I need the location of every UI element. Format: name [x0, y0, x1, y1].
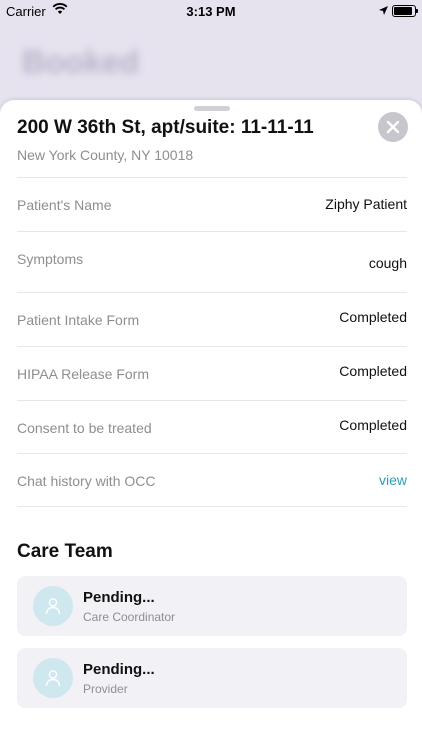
- status-bar: Carrier 3:13 PM: [0, 0, 422, 22]
- person-icon: [45, 598, 61, 615]
- row-value: Completed: [339, 363, 407, 379]
- detail-row-chat-history: Chat history with OCC view: [17, 453, 407, 507]
- care-team-member-card[interactable]: Pending... Care Coordinator: [17, 576, 407, 636]
- member-name: Pending...: [83, 661, 155, 678]
- booking-detail-sheet: 200 W 36th St, apt/suite: 11-11-11 New Y…: [0, 100, 422, 750]
- close-icon: [386, 120, 400, 134]
- detail-row-symptoms: Symptoms cough: [17, 231, 407, 292]
- member-name: Pending...: [83, 589, 155, 606]
- person-icon: [45, 670, 61, 687]
- detail-row-patient-name: Patient's Name Ziphy Patient: [17, 177, 407, 231]
- row-label: Patient Intake Form: [17, 312, 140, 328]
- location-arrow-icon: [378, 4, 389, 19]
- detail-row-hipaa-form: HIPAA Release Form Completed: [17, 346, 407, 400]
- address-line1: 200 W 36th St, apt/suite: 11-11-11: [17, 117, 314, 138]
- row-label: Consent to be treated: [17, 420, 152, 436]
- row-label: Chat history with OCC: [17, 473, 156, 489]
- care-team-member-card[interactable]: Pending... Provider: [17, 648, 407, 708]
- detail-row-consent: Consent to be treated Completed: [17, 400, 407, 453]
- detail-row-intake-form: Patient Intake Form Completed: [17, 292, 407, 346]
- address-line2: New York County, NY 10018: [17, 147, 194, 163]
- detail-rows: Patient's Name Ziphy Patient Symptoms co…: [17, 177, 407, 507]
- status-time: 3:13 PM: [186, 4, 236, 19]
- row-value: Completed: [339, 417, 407, 433]
- row-value: Ziphy Patient: [325, 196, 407, 212]
- close-button[interactable]: [378, 112, 408, 142]
- chat-history-view-link[interactable]: view: [379, 472, 407, 488]
- row-label: Patient's Name: [17, 197, 112, 213]
- background-title: Booked: [22, 44, 140, 80]
- member-role: Care Coordinator: [83, 610, 176, 624]
- member-role: Provider: [83, 682, 128, 696]
- avatar: [33, 586, 73, 626]
- avatar: [33, 658, 73, 698]
- sheet-grabber[interactable]: [194, 106, 230, 111]
- battery-icon: [392, 5, 418, 17]
- row-value: cough: [368, 255, 407, 271]
- care-team-title: Care Team: [17, 541, 113, 562]
- row-label: HIPAA Release Form: [17, 366, 150, 382]
- row-label: Symptoms: [17, 251, 84, 267]
- row-value: Completed: [339, 309, 407, 325]
